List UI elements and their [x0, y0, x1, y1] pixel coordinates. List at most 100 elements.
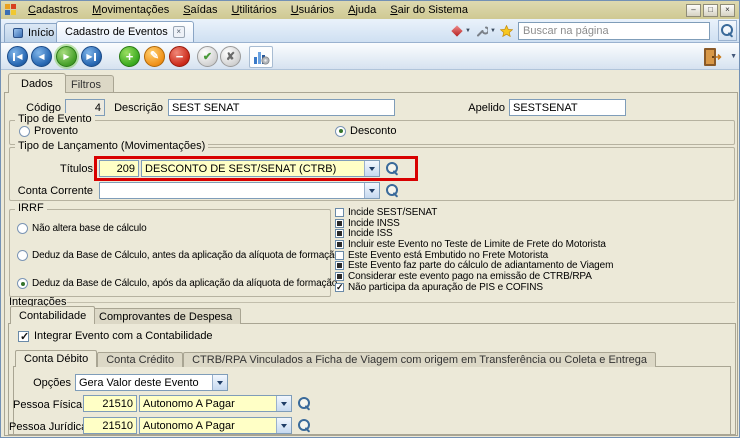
- tab-cadastro-de-eventos[interactable]: Cadastro de Eventos ×: [56, 21, 194, 42]
- tab-close-icon[interactable]: ×: [172, 26, 185, 38]
- maximize-button[interactable]: □: [703, 3, 718, 17]
- tab-comprovantes-de-despesa[interactable]: Comprovantes de Despesa: [90, 308, 242, 324]
- titulos-code-input[interactable]: [99, 160, 139, 177]
- tab-dados[interactable]: Dados: [8, 73, 66, 93]
- pessoa-juridica-label: Pessoa Jurídica: [9, 421, 88, 433]
- tab-filtros-label: Filtros: [71, 78, 101, 91]
- radio-desconto[interactable]: Desconto: [335, 125, 396, 137]
- integracoes-divider: [67, 302, 735, 303]
- pessoa-juridica-combo[interactable]: Autonomo A Pagar: [139, 417, 292, 434]
- favorites-button[interactable]: [497, 22, 516, 40]
- radio-label: Deduz da Base de Cálculo, antes da aplic…: [32, 250, 340, 261]
- pessoa-fisica-code-input[interactable]: [83, 395, 137, 412]
- pessoa-fisica-search-icon[interactable]: [298, 397, 311, 410]
- first-record-icon: [13, 52, 16, 61]
- flag-pis-cofins[interactable]: Não participa da apuração de PIS e COFIN…: [335, 282, 737, 293]
- menu-movimentacoes[interactable]: Movimentações: [85, 2, 176, 18]
- subtab-conta-debito[interactable]: Conta Débito: [15, 350, 98, 367]
- last-record-button[interactable]: ▶: [81, 46, 102, 67]
- flag-embutido-frete[interactable]: Este Evento está Embutido no Frete Motor…: [335, 250, 737, 261]
- window-controls: – □ ×: [686, 3, 739, 17]
- radio-icon: [17, 278, 28, 289]
- checkbox-icon: [335, 218, 344, 228]
- first-record-button[interactable]: ◀: [7, 46, 28, 67]
- apelido-label: Apelido: [468, 102, 505, 114]
- subtab-ctrb-rpa-label: CTRB/RPA Vinculados a Ficha de Viagem co…: [192, 354, 647, 366]
- menu-ajuda[interactable]: Ajuda: [341, 2, 383, 18]
- previous-record-button[interactable]: ◀: [31, 46, 52, 67]
- titulos-search-icon[interactable]: [386, 162, 399, 175]
- checkbox-icon: [18, 330, 29, 343]
- star-icon: [500, 25, 513, 37]
- flag-incide-iss[interactable]: Incide ISS: [335, 228, 737, 239]
- arrow-right-icon: ▶: [86, 51, 93, 61]
- delete-record-button[interactable]: −: [169, 46, 190, 67]
- close-button[interactable]: ×: [720, 3, 735, 17]
- flag-incide-inss[interactable]: Incide INSS: [335, 218, 737, 229]
- chevron-down-icon[interactable]: [364, 161, 379, 176]
- conta-subtabs: Conta Débito Conta Crédito CTRB/RPA Vinc…: [15, 350, 656, 367]
- radio-label: Deduz da Base de Cálculo, após da aplica…: [32, 278, 338, 289]
- page-search-button[interactable]: [718, 20, 737, 41]
- conta-corrente-search-icon[interactable]: [386, 184, 399, 197]
- minimize-button[interactable]: –: [686, 3, 701, 17]
- radio-provento[interactable]: Provento: [19, 125, 78, 137]
- chevron-down-icon[interactable]: [276, 396, 291, 411]
- pessoa-fisica-combo[interactable]: Autonomo A Pagar: [139, 395, 292, 412]
- chevron-down-icon[interactable]: [364, 183, 379, 198]
- next-record-button[interactable]: ▶: [56, 46, 77, 67]
- cancel-button[interactable]: ✘: [220, 46, 241, 67]
- menu-sair[interactable]: Sair do Sistema: [383, 2, 475, 18]
- conta-corrente-label: Conta Corrente: [17, 185, 93, 197]
- flag-incide-sest-senat[interactable]: Incide SEST/SENAT: [335, 207, 737, 218]
- chevron-down-icon[interactable]: [212, 375, 227, 390]
- descricao-label: Descrição: [114, 102, 163, 114]
- edit-record-button[interactable]: ✎: [144, 46, 165, 67]
- last-record-icon: [93, 52, 96, 61]
- bar-chart-gear-icon: [253, 52, 269, 65]
- flag-pago-ctrb-rpa[interactable]: Considerar este evento pago na emissão d…: [335, 271, 737, 282]
- conta-corrente-combo[interactable]: [99, 182, 380, 199]
- opcoes-combo-value: Gera Valor deste Evento: [79, 377, 199, 389]
- minus-icon: −: [175, 49, 184, 64]
- checkbox-icon: [335, 229, 344, 239]
- opcoes-combo[interactable]: Gera Valor deste Evento: [75, 374, 228, 391]
- titulos-combo-value: DESCONTO DE SEST/SENAT (CTRB): [145, 163, 337, 175]
- tab-filtros[interactable]: Filtros: [58, 75, 114, 93]
- gem-button[interactable]: ▼: [448, 22, 474, 40]
- checkbox-icon: [335, 207, 344, 217]
- radio-icon: [17, 250, 28, 261]
- apelido-input[interactable]: [509, 99, 626, 116]
- subtab-ctrb-rpa-vinculados[interactable]: CTRB/RPA Vinculados a Ficha de Viagem co…: [183, 352, 656, 367]
- tab-inicio[interactable]: Início: [4, 23, 64, 42]
- chevron-down-icon[interactable]: [276, 418, 291, 433]
- toolbar-overflow-chevron[interactable]: ▼: [730, 53, 737, 60]
- pessoa-juridica-search-icon[interactable]: [298, 419, 311, 432]
- titulos-combo[interactable]: DESCONTO DE SEST/SENAT (CTRB): [141, 160, 380, 177]
- pessoa-juridica-code-input[interactable]: [83, 417, 137, 434]
- radio-irrf-deduz-apos[interactable]: Deduz da Base de Cálculo, após da aplica…: [17, 278, 337, 289]
- radio-irrf-deduz-antes[interactable]: Deduz da Base de Cálculo, antes da aplic…: [17, 250, 340, 261]
- integrar-evento-label: Integrar Evento com a Contabilidade: [34, 330, 213, 342]
- exit-button[interactable]: [699, 45, 725, 68]
- integrar-evento-checkbox[interactable]: Integrar Evento com a Contabilidade: [18, 330, 213, 343]
- subtab-conta-credito[interactable]: Conta Crédito: [97, 352, 184, 367]
- arrow-left-icon: ◀: [38, 51, 45, 61]
- flag-adiantamento-viagem[interactable]: Este Evento faz parte do cálculo de adia…: [335, 260, 737, 271]
- plus-icon: +: [125, 49, 134, 64]
- page-search-input[interactable]: [518, 22, 710, 40]
- checkbox-label: Incide INSS: [348, 217, 400, 229]
- menu-cadastros[interactable]: Cadastros: [21, 2, 85, 18]
- flag-teste-limite-frete[interactable]: Incluir este Evento no Teste de Limite d…: [335, 239, 737, 250]
- tools-button[interactable]: ▼: [473, 22, 499, 40]
- descricao-input[interactable]: [168, 99, 395, 116]
- add-record-button[interactable]: +: [119, 46, 140, 67]
- confirm-button[interactable]: ✔: [197, 46, 218, 67]
- menu-usuarios[interactable]: Usuários: [284, 2, 341, 18]
- chart-button[interactable]: [249, 46, 273, 68]
- titulos-label: Títulos: [59, 163, 93, 175]
- menu-saidas[interactable]: Saídas: [176, 2, 224, 18]
- menu-utilitarios[interactable]: Utilitários: [224, 2, 283, 18]
- tab-contabilidade[interactable]: Contabilidade: [10, 306, 96, 324]
- radio-irrf-nao-altera[interactable]: Não altera base de cálculo: [17, 223, 147, 234]
